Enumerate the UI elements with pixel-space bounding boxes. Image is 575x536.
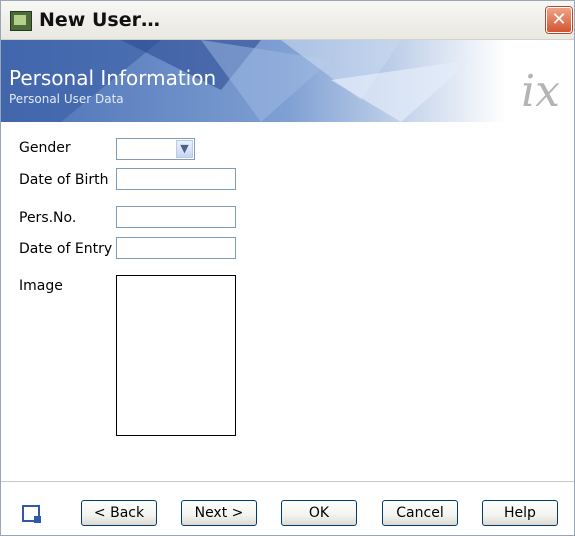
- date-of-birth-field[interactable]: [116, 168, 236, 190]
- date-of-entry-label: Date of Entry: [19, 241, 113, 257]
- back-button[interactable]: < Back: [81, 500, 157, 526]
- window-title: New User…: [39, 9, 160, 31]
- pers-no-field[interactable]: [116, 206, 236, 228]
- brand-logo: ix: [521, 66, 560, 117]
- title-bar: New User… ✕: [1, 1, 574, 40]
- image-field[interactable]: [116, 275, 236, 436]
- banner-subtitle: Personal User Data: [9, 92, 124, 106]
- help-button[interactable]: Help: [482, 500, 558, 526]
- new-user-dialog: New User… ✕ Personal Information Persona…: [0, 0, 575, 536]
- ok-button[interactable]: OK: [281, 500, 357, 526]
- cancel-button[interactable]: Cancel: [382, 500, 458, 526]
- date-of-birth-label: Date of Birth: [19, 172, 109, 188]
- pers-no-label: Pers.No.: [19, 210, 77, 226]
- chevron-down-icon[interactable]: ▼: [176, 140, 193, 158]
- date-of-entry-field[interactable]: [116, 237, 236, 259]
- close-icon[interactable]: ✕: [546, 7, 572, 33]
- header-banner: Personal Information Personal User Data …: [1, 40, 574, 122]
- gender-label: Gender: [19, 140, 71, 156]
- banner-title: Personal Information: [9, 66, 217, 90]
- image-label: Image: [19, 278, 63, 294]
- help-icon[interactable]: [22, 505, 41, 523]
- app-window-icon: [10, 11, 32, 31]
- next-button[interactable]: Next >: [181, 500, 257, 526]
- gender-select[interactable]: ▼: [116, 138, 195, 160]
